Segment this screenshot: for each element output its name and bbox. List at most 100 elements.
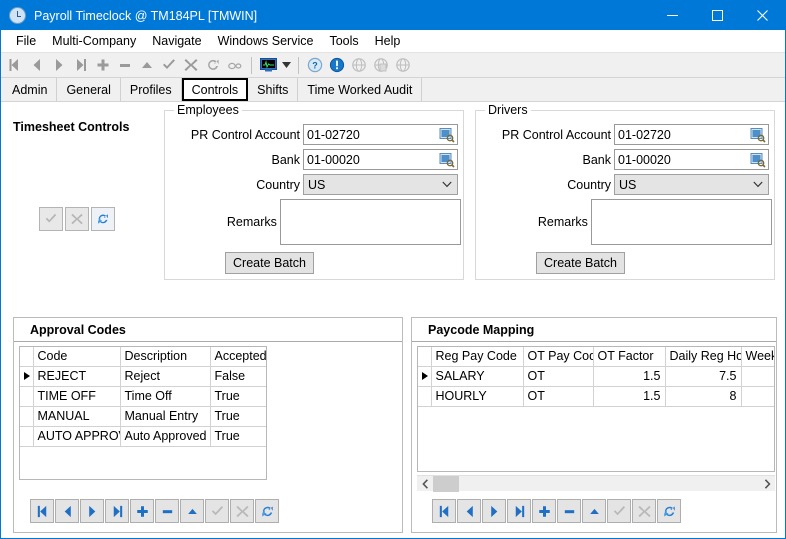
approval-post-record-button[interactable] (205, 499, 229, 523)
approval-codes-grid[interactable]: Code Description Accepted REJECT Reject … (19, 346, 267, 480)
column-header-ot-factor[interactable]: OT Factor (593, 347, 665, 366)
tab-time-worked-audit[interactable]: Time Worked Audit (298, 78, 422, 101)
table-row[interactable]: TIME OFF Time Off True (20, 386, 267, 406)
approval-first-record-button[interactable] (30, 499, 54, 523)
paycode-previous-record-button[interactable] (457, 499, 481, 523)
approval-cancel-record-button[interactable] (230, 499, 254, 523)
employees-pr-control-account-input[interactable]: 01-02720 (303, 124, 458, 145)
minimize-button[interactable] (650, 1, 695, 30)
toolbar-next-record-button[interactable] (48, 54, 70, 76)
paycode-last-record-button[interactable] (507, 499, 531, 523)
cell-code[interactable]: MANUAL (33, 406, 120, 426)
cell-code[interactable]: REJECT (33, 366, 120, 386)
cell-code[interactable]: TIME OFF (33, 386, 120, 406)
cell-reg-pay-code[interactable]: SALARY (431, 366, 523, 386)
approval-previous-record-button[interactable] (55, 499, 79, 523)
column-header-code[interactable]: Code (33, 347, 120, 366)
cell-weekly[interactable] (741, 366, 775, 386)
cell-description[interactable]: Reject (120, 366, 210, 386)
cell-ot-factor[interactable]: 1.5 (593, 386, 665, 406)
toolbar-web-button-3[interactable] (392, 54, 414, 76)
cell-ot-pay-code[interactable]: OT (523, 386, 593, 406)
paycode-mapping-hscrollbar[interactable] (417, 475, 775, 491)
toolbar-delete-record-button[interactable] (114, 54, 136, 76)
table-row[interactable]: MANUAL Manual Entry True (20, 406, 267, 426)
toolbar-add-record-button[interactable] (92, 54, 114, 76)
paycode-add-record-button[interactable] (532, 499, 556, 523)
paycode-post-record-button[interactable] (607, 499, 631, 523)
cell-description[interactable]: Manual Entry (120, 406, 210, 426)
menu-item-windows-service[interactable]: Windows Service (210, 32, 322, 50)
column-header-daily-reg-hour[interactable]: Daily Reg Hour (665, 347, 741, 366)
approval-delete-record-button[interactable] (155, 499, 179, 523)
menu-item-help[interactable]: Help (367, 32, 409, 50)
tab-shifts[interactable]: Shifts (248, 78, 298, 101)
menu-item-navigate[interactable]: Navigate (144, 32, 209, 50)
column-header-ot-pay-code[interactable]: OT Pay Code (523, 347, 593, 366)
drivers-create-batch-button[interactable]: Create Batch (536, 252, 625, 274)
employees-remarks-input[interactable] (280, 199, 461, 245)
maximize-button[interactable] (695, 1, 740, 30)
cell-code[interactable]: AUTO APPROV (33, 426, 120, 446)
column-header-weekly[interactable]: Weekly (741, 347, 775, 366)
cell-description[interactable]: Auto Approved (120, 426, 210, 446)
toolbar-help-button[interactable]: ? (304, 54, 326, 76)
timesheet-refresh-button[interactable] (91, 207, 115, 231)
paycode-next-record-button[interactable] (482, 499, 506, 523)
toolbar-previous-record-button[interactable] (26, 54, 48, 76)
employees-create-batch-button[interactable]: Create Batch (225, 252, 314, 274)
close-button[interactable] (740, 1, 785, 30)
lookup-icon[interactable] (750, 152, 766, 168)
cell-reg-pay-code[interactable]: HOURLY (431, 386, 523, 406)
tab-general[interactable]: General (57, 78, 120, 101)
cell-daily-reg-hour[interactable]: 7.5 (665, 366, 741, 386)
drivers-bank-input[interactable]: 01-00020 (614, 149, 769, 170)
approval-refresh-record-button[interactable] (255, 499, 279, 523)
paycode-mapping-grid[interactable]: Reg Pay Code OT Pay Code OT Factor Daily… (417, 346, 775, 472)
table-row[interactable]: AUTO APPROV Auto Approved True (20, 426, 267, 446)
toolbar-web-button-1[interactable] (348, 54, 370, 76)
toolbar-last-record-button[interactable] (70, 54, 92, 76)
toolbar-refresh-record-button[interactable] (202, 54, 224, 76)
timesheet-cancel-button[interactable] (65, 207, 89, 231)
cell-description[interactable]: Time Off (120, 386, 210, 406)
paycode-edit-record-button[interactable] (582, 499, 606, 523)
paycode-cancel-record-button[interactable] (632, 499, 656, 523)
cell-weekly[interactable] (741, 386, 775, 406)
toolbar-info-button[interactable] (326, 54, 348, 76)
cell-accepted[interactable]: True (210, 386, 267, 406)
chevron-left-icon[interactable] (417, 476, 433, 492)
tab-profiles[interactable]: Profiles (121, 78, 182, 101)
toolbar-web-button-2[interactable] (370, 54, 392, 76)
cell-accepted[interactable]: True (210, 426, 267, 446)
toolbar-edit-record-button[interactable] (136, 54, 158, 76)
table-row[interactable]: SALARY OT 1.5 7.5 (418, 366, 775, 386)
drivers-country-select[interactable]: US (614, 174, 769, 195)
cell-ot-pay-code[interactable]: OT (523, 366, 593, 386)
column-header-reg-pay-code[interactable]: Reg Pay Code (431, 347, 523, 366)
lookup-icon[interactable] (439, 127, 455, 143)
toolbar-first-record-button[interactable] (4, 54, 26, 76)
column-header-description[interactable]: Description (120, 347, 210, 366)
toolbar-view-record-button[interactable] (224, 54, 246, 76)
drivers-remarks-input[interactable] (591, 199, 772, 245)
employees-bank-input[interactable]: 01-00020 (303, 149, 458, 170)
hscrollbar-thumb[interactable] (433, 476, 459, 492)
cell-ot-factor[interactable]: 1.5 (593, 366, 665, 386)
menu-item-multi-company[interactable]: Multi-Company (44, 32, 144, 50)
timesheet-post-button[interactable] (39, 207, 63, 231)
table-row[interactable]: HOURLY OT 1.5 8 (418, 386, 775, 406)
tab-admin[interactable]: Admin (3, 78, 57, 101)
lookup-icon[interactable] (750, 127, 766, 143)
toolbar-post-record-button[interactable] (158, 54, 180, 76)
approval-last-record-button[interactable] (105, 499, 129, 523)
paycode-delete-record-button[interactable] (557, 499, 581, 523)
column-header-accepted[interactable]: Accepted (210, 347, 267, 366)
cell-accepted[interactable]: False (210, 366, 267, 386)
cell-accepted[interactable]: True (210, 406, 267, 426)
table-row[interactable]: REJECT Reject False (20, 366, 267, 386)
drivers-pr-control-account-input[interactable]: 01-02720 (614, 124, 769, 145)
toolbar-monitor-dropdown[interactable] (279, 54, 293, 76)
tab-controls[interactable]: Controls (182, 78, 249, 101)
toolbar-monitor-button[interactable] (257, 54, 279, 76)
